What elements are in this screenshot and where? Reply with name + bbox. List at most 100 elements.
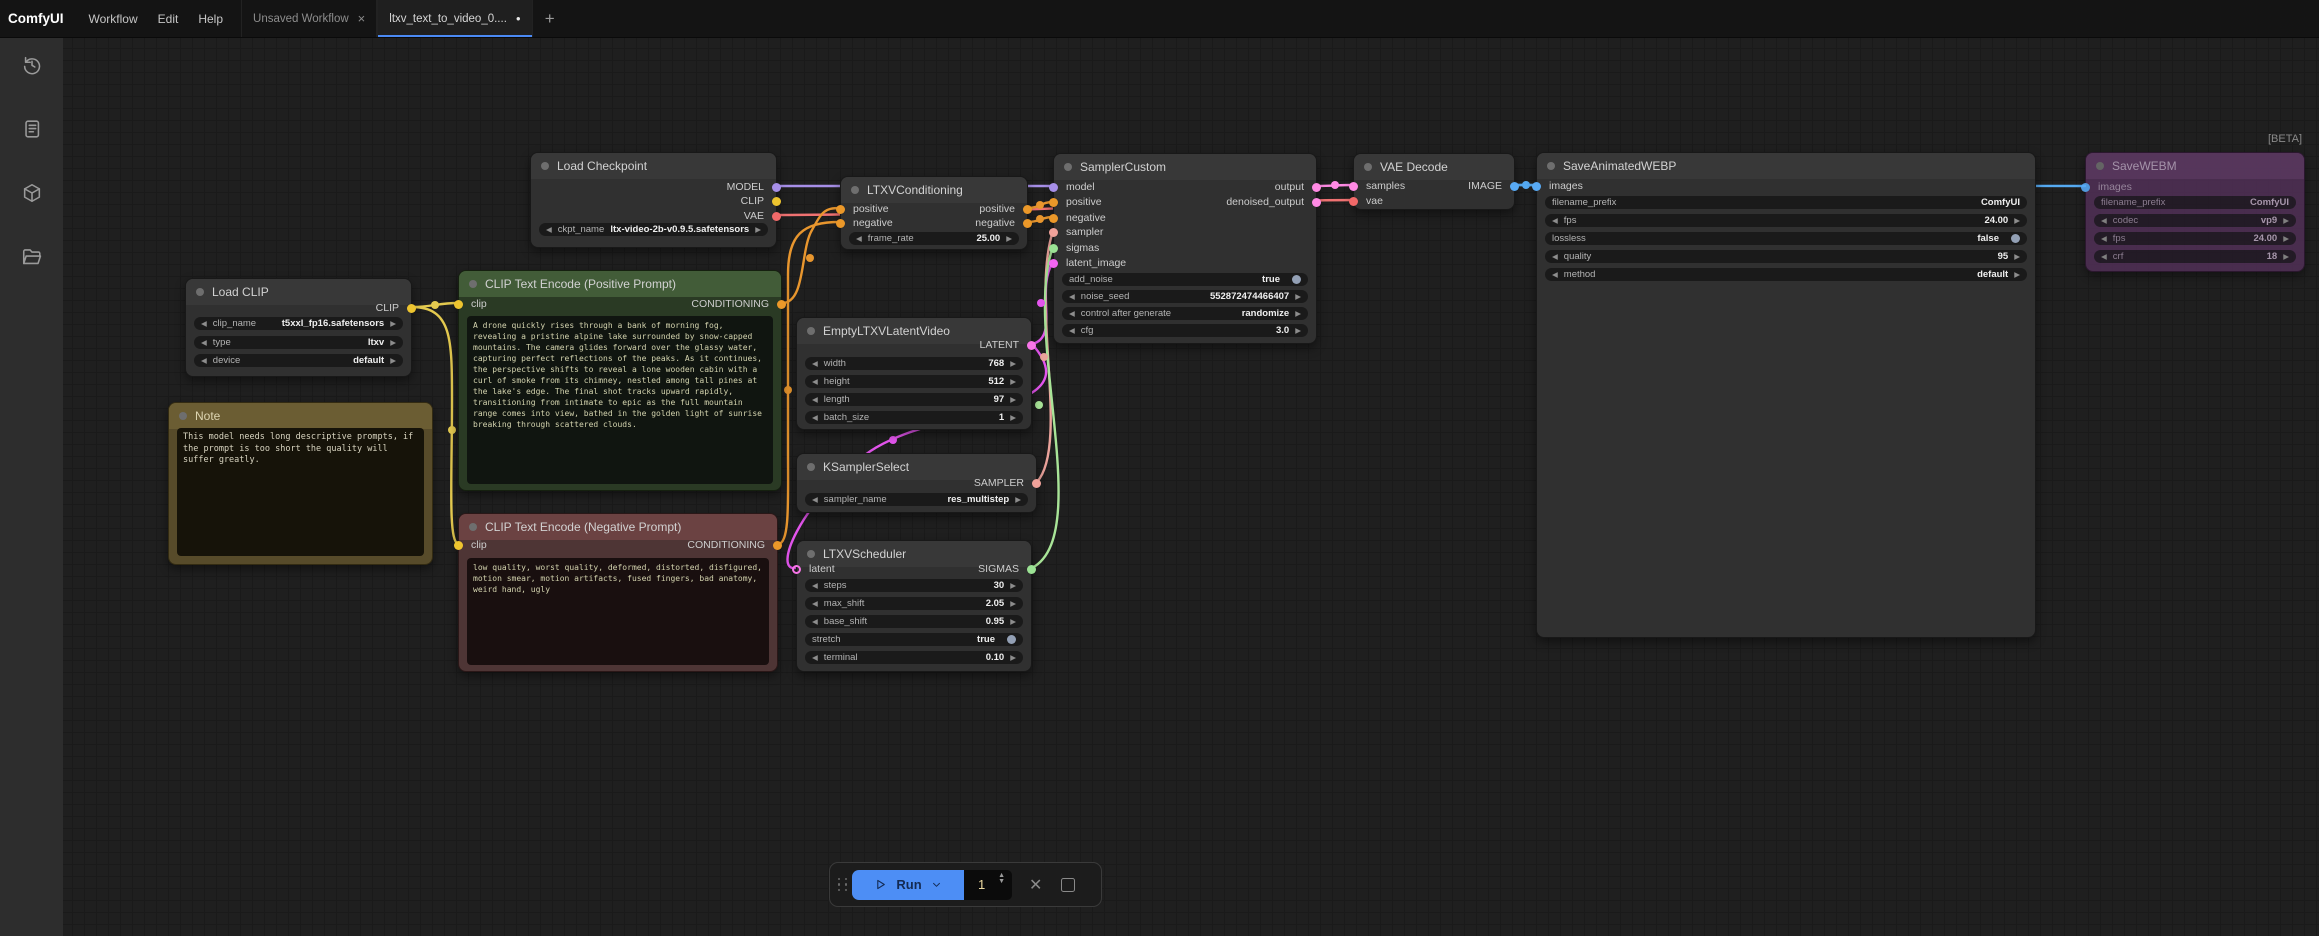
port-clip-in[interactable]: [454, 541, 463, 550]
node-save-animated-webp[interactable]: SaveAnimatedWEBPimagesfilename_prefixCom…: [1536, 152, 2036, 638]
widget-lossless[interactable]: losslessfalse: [1545, 232, 2027, 245]
widget-codec[interactable]: ◀codecvp9▶: [2094, 214, 2296, 227]
port-negative-out[interactable]: [1023, 219, 1032, 228]
collapse-dot-icon[interactable]: [807, 327, 815, 335]
collapse-dot-icon[interactable]: [541, 162, 549, 170]
port-CONDITIONING-out[interactable]: [773, 541, 782, 550]
port-model-in[interactable]: [1049, 183, 1058, 192]
link-midpoint-dot[interactable]: [784, 386, 792, 394]
tab-unsaved-workflow[interactable]: Unsaved Workflow ×: [241, 0, 377, 37]
node-clip-text-encode-negative[interactable]: CLIP Text Encode (Negative Prompt)clipCO…: [458, 513, 778, 672]
log-icon[interactable]: [20, 117, 44, 141]
widget-fps[interactable]: ◀fps24.00▶: [2094, 232, 2296, 245]
link-midpoint-dot[interactable]: [1331, 181, 1339, 189]
port-CONDITIONING-out[interactable]: [777, 300, 786, 309]
node-load-clip[interactable]: Load CLIPCLIP◀clip_namet5xxl_fp16.safete…: [185, 278, 412, 377]
port-clip-in[interactable]: [454, 300, 463, 309]
collapse-dot-icon[interactable]: [2096, 162, 2104, 170]
node-library-icon[interactable]: [20, 181, 44, 205]
port-latent-in[interactable]: [792, 565, 801, 574]
link-midpoint-dot[interactable]: [1522, 181, 1530, 189]
collapse-dot-icon[interactable]: [1064, 163, 1072, 171]
port-denoised_output-out[interactable]: [1312, 198, 1321, 207]
node-ltxv-scheduler[interactable]: LTXVSchedulerlatentSIGMAS◀steps30▶◀max_s…: [796, 540, 1032, 672]
toolbar-drag-handle-icon[interactable]: [834, 878, 852, 892]
node-empty-ltxv-latent-video[interactable]: EmptyLTXVLatentVideoLATENT◀width768▶◀hei…: [796, 317, 1032, 430]
port-output-out[interactable]: [1312, 183, 1321, 192]
node-note[interactable]: NoteThis model needs long descriptive pr…: [168, 402, 433, 565]
link-midpoint-dot[interactable]: [448, 426, 456, 434]
node-ltxv-conditioning[interactable]: LTXVConditioningpositivenegativepositive…: [840, 176, 1028, 250]
batch-count-input[interactable]: 1 ▲▼: [964, 870, 1012, 900]
menu-edit[interactable]: Edit: [148, 0, 189, 37]
link-midpoint-dot[interactable]: [431, 301, 439, 309]
widget-sampler_name[interactable]: ◀sampler_nameres_multistep▶: [805, 493, 1028, 506]
collapse-dot-icon[interactable]: [179, 412, 187, 420]
widget-method[interactable]: ◀methoddefault▶: [1545, 268, 2027, 281]
port-SAMPLER-out[interactable]: [1032, 479, 1041, 488]
port-negative-in[interactable]: [1049, 214, 1058, 223]
widget-base_shift[interactable]: ◀base_shift0.95▶: [805, 615, 1023, 628]
port-vae-in[interactable]: [1349, 197, 1358, 206]
link-midpoint-dot[interactable]: [806, 254, 814, 262]
port-MODEL-out[interactable]: [772, 183, 781, 192]
workflows-folder-icon[interactable]: [20, 245, 44, 269]
port-samples-in[interactable]: [1349, 182, 1358, 191]
widget-noise_seed[interactable]: ◀noise_seed552872474466407▶: [1062, 290, 1308, 303]
widget-filename_prefix[interactable]: filename_prefixComfyUI: [1545, 196, 2027, 209]
link-midpoint-dot[interactable]: [889, 436, 897, 444]
port-negative-in[interactable]: [836, 219, 845, 228]
run-button[interactable]: Run: [852, 870, 964, 900]
node-ksampler-select[interactable]: KSamplerSelectSAMPLER◀sampler_nameres_mu…: [796, 453, 1037, 513]
port-IMAGE-out[interactable]: [1510, 182, 1519, 191]
node-sampler-custom[interactable]: SamplerCustommodelpositivenegativesample…: [1053, 153, 1317, 344]
widget-cfg[interactable]: ◀cfg3.0▶: [1062, 324, 1308, 337]
collapse-dot-icon[interactable]: [851, 186, 859, 194]
node-vae-decode[interactable]: VAE DecodesamplesvaeIMAGE: [1353, 153, 1515, 210]
port-positive-in[interactable]: [1049, 198, 1058, 207]
new-tab-button[interactable]: +: [533, 0, 567, 37]
collapse-dot-icon[interactable]: [469, 280, 477, 288]
collapse-dot-icon[interactable]: [807, 550, 815, 558]
collapse-dot-icon[interactable]: [807, 463, 815, 471]
port-images-in[interactable]: [1532, 182, 1541, 191]
clear-queue-icon[interactable]: ✕: [1029, 875, 1042, 895]
chevron-down-icon[interactable]: [931, 879, 942, 890]
collapse-dot-icon[interactable]: [196, 288, 204, 296]
node-textarea[interactable]: This model needs long descriptive prompt…: [177, 428, 424, 556]
collapse-dot-icon[interactable]: [1547, 162, 1555, 170]
port-CLIP-out[interactable]: [407, 304, 416, 313]
widget-terminal[interactable]: ◀terminal0.10▶: [805, 651, 1023, 664]
link-midpoint-dot[interactable]: [1040, 353, 1048, 361]
node-save-webm[interactable]: SaveWEBMimagesfilename_prefixComfyUI◀cod…: [2085, 152, 2305, 272]
widget-width[interactable]: ◀width768▶: [805, 357, 1023, 370]
widget-control-after-generate[interactable]: ◀control after generaterandomize▶: [1062, 307, 1308, 320]
widget-fps[interactable]: ◀fps24.00▶: [1545, 214, 2027, 227]
widget-device[interactable]: ◀devicedefault▶: [194, 354, 403, 367]
tab-ltxv-text-to-video[interactable]: ltxv_text_to_video_0.... ●: [377, 0, 532, 37]
node-graph-canvas[interactable]: Load CheckpointMODELCLIPVAE◀ckpt_nameltx…: [0, 0, 2319, 936]
node-textarea[interactable]: low quality, worst quality, deformed, di…: [467, 558, 769, 665]
widget-clip_name[interactable]: ◀clip_namet5xxl_fp16.safetensors▶: [194, 317, 403, 330]
port-images-in[interactable]: [2081, 183, 2090, 192]
link-midpoint-dot[interactable]: [1036, 201, 1044, 209]
port-positive-out[interactable]: [1023, 205, 1032, 214]
port-SIGMAS-out[interactable]: [1027, 565, 1036, 574]
widget-filename_prefix[interactable]: filename_prefixComfyUI: [2094, 196, 2296, 209]
collapse-dot-icon[interactable]: [469, 523, 477, 531]
node-textarea[interactable]: A drone quickly rises through a bank of …: [467, 316, 773, 484]
widget-max_shift[interactable]: ◀max_shift2.05▶: [805, 597, 1023, 610]
port-VAE-out[interactable]: [772, 212, 781, 221]
widget-height[interactable]: ◀height512▶: [805, 375, 1023, 388]
menu-help[interactable]: Help: [188, 0, 233, 37]
stop-icon[interactable]: [1061, 878, 1075, 892]
port-positive-in[interactable]: [836, 205, 845, 214]
widget-batch_size[interactable]: ◀batch_size1▶: [805, 411, 1023, 424]
port-CLIP-out[interactable]: [772, 197, 781, 206]
widget-steps[interactable]: ◀steps30▶: [805, 579, 1023, 592]
widget-length[interactable]: ◀length97▶: [805, 393, 1023, 406]
widget-frame_rate[interactable]: ◀frame_rate25.00▶: [849, 232, 1019, 245]
widget-ckpt_name[interactable]: ◀ckpt_nameltx-video-2b-v0.9.5.safetensor…: [539, 223, 768, 236]
node-load-checkpoint[interactable]: Load CheckpointMODELCLIPVAE◀ckpt_nameltx…: [530, 152, 777, 248]
tab-close-icon[interactable]: ×: [358, 11, 366, 26]
